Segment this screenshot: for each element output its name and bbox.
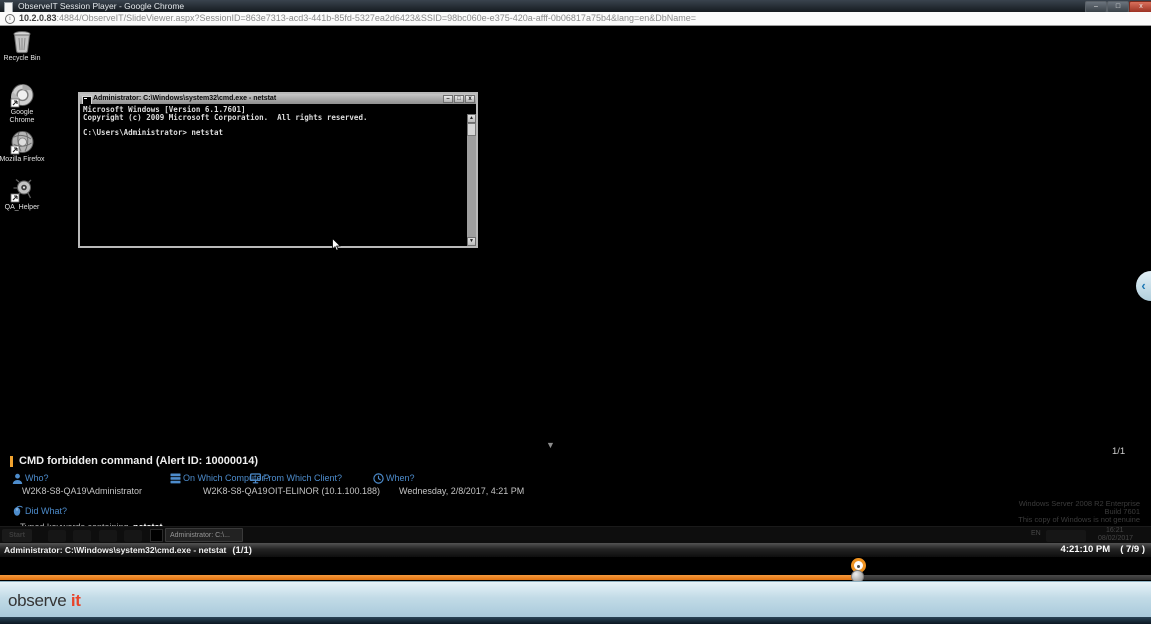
player-bottom-strip	[0, 617, 1151, 624]
alert-did-what-label: Did What?	[25, 506, 67, 516]
cmd-taskbar-icon	[150, 529, 163, 542]
alert-field-value-who: W2K8-S8-QA19\Administrator	[22, 486, 142, 496]
start-button-ghost: Start	[2, 529, 32, 542]
tray-language: EN	[1031, 530, 1041, 537]
quicklaunch-icon	[48, 530, 66, 542]
desktop-icon-label: Google Chrome	[0, 109, 44, 124]
slide-time-area: 4:21:10 PM ( 7/9 )	[1061, 543, 1145, 557]
clock-icon	[373, 473, 384, 484]
scroll-down-icon: ▼	[467, 237, 476, 246]
cmd-console: Microsoft Windows [Version 6.1.7601] Cop…	[80, 104, 476, 246]
monitor-icon	[250, 473, 261, 484]
desktop-icon-mozilla-firefox: Mozilla Firefox	[0, 130, 50, 164]
side-panel-toggle[interactable]: ‹	[1136, 271, 1151, 301]
browser-tab-title: ObserveIT Session Player - Google Chrome	[18, 0, 184, 12]
scroll-up-icon: ▲	[467, 114, 476, 123]
desktop-icon-recycle-bin: Recycle Bin	[0, 30, 44, 63]
slide-position: ( 7/9 )	[1120, 543, 1145, 557]
cmd-titlebar: Administrator: C:\Windows\system32\cmd.e…	[80, 94, 476, 104]
chrome-icon	[10, 83, 35, 108]
cmd-scroll-thumb	[467, 123, 476, 136]
url-host: 10.2.0.83	[19, 13, 57, 23]
alert-panel-collapse-icon[interactable]: ▼	[546, 440, 555, 450]
mouse-device-icon	[12, 505, 23, 516]
mouse-cursor-icon	[332, 238, 341, 251]
timeline-fill	[0, 575, 857, 580]
slide-count: (1/1)	[226, 545, 252, 556]
logo-text: observe	[8, 591, 66, 610]
firefox-icon	[10, 130, 35, 155]
player-toolbar: observe it	[0, 581, 1151, 617]
desktop-icon-label: Recycle Bin	[0, 55, 44, 63]
timeline-track[interactable]	[0, 575, 1151, 580]
alert-field-label-client: From Which Client?	[263, 473, 342, 483]
site-info-icon[interactable]: i	[5, 14, 15, 24]
desktop-icon-google-chrome: Google Chrome	[0, 83, 44, 124]
tray-time: 16:21	[1106, 527, 1124, 534]
windows-watermark: Windows Server 2008 R2 Enterprise Build …	[1018, 500, 1140, 524]
alert-accent-bar	[10, 456, 13, 467]
alert-field-value-when: Wednesday, 2/8/2017, 4:21 PM	[399, 486, 524, 496]
alert-field-value-computer: W2K8-S8-QA19	[203, 486, 268, 496]
browser-titlebar: ObserveIT Session Player - Google Chrome…	[0, 0, 1151, 12]
url-path: :4884/ObserveIT/SlideViewer.aspx?Session…	[57, 13, 696, 23]
slide-title: Administrator: C:\Windows\system32\cmd.e…	[4, 543, 252, 557]
tray-date: 08/02/2017	[1098, 535, 1133, 542]
desktop-icon-label: QA_Helper	[0, 204, 44, 212]
alert-field-label-who: Who?	[25, 473, 49, 483]
slide-timestamp: 4:21:10 PM	[1061, 543, 1111, 557]
alert-field-value-client: OIT-ELINOR (10.1.100.188)	[268, 486, 380, 496]
logo-accent: it	[71, 591, 81, 610]
tray-icons	[1046, 530, 1086, 542]
cmd-minimize-icon: –	[443, 95, 453, 103]
desktop-icon-qa-helper: QA_Helper	[0, 178, 44, 212]
alert-title: CMD forbidden command (Alert ID: 1000001…	[19, 455, 258, 467]
quicklaunch-icon	[73, 530, 91, 542]
taskbar-button: Administrator: C:\...	[165, 528, 243, 542]
watermark-line: This copy of Windows is not genuine	[1018, 516, 1140, 524]
address-field[interactable]: 10.2.0.83:4884/ObserveIT/SlideViewer.asp…	[19, 12, 696, 25]
quicklaunch-icon	[124, 530, 142, 542]
user-icon	[12, 473, 23, 484]
cmd-console-text: Microsoft Windows [Version 6.1.7601] Cop…	[83, 106, 367, 136]
quicklaunch-icon	[99, 530, 117, 542]
cmd-close-icon: x	[465, 95, 475, 103]
cmd-window: Administrator: C:\Windows\system32\cmd.e…	[78, 92, 478, 248]
cmd-scrollbar: ▲ ▼	[467, 114, 476, 246]
alert-pages-indicator: 1/1	[1112, 446, 1125, 457]
cmd-restore-icon: □	[454, 95, 464, 103]
slide-status-bar: Administrator: C:\Windows\system32\cmd.e…	[0, 543, 1151, 557]
observeit-logo: observe it	[8, 591, 81, 611]
server-icon	[170, 473, 181, 484]
desktop-icon-label: Mozilla Firefox	[0, 156, 50, 164]
recorded-taskbar: Start Administrator: C:\... EN 16:21 08/…	[0, 526, 1151, 544]
cmd-window-title: Administrator: C:\Windows\system32\cmd.e…	[93, 94, 276, 104]
alert-field-label-when: When?	[386, 473, 415, 483]
chevron-left-icon: ‹	[1141, 278, 1145, 293]
timeline	[0, 557, 1151, 581]
browser-urlbar[interactable]: i 10.2.0.83:4884/ObserveIT/SlideViewer.a…	[0, 12, 1151, 26]
slide-title-text: Administrator: C:\Windows\system32\cmd.e…	[4, 545, 226, 555]
qa-helper-icon	[10, 178, 35, 203]
recycle-bin-icon	[10, 30, 34, 54]
observeit-session-player: ObserveIT Session Player - Google Chrome…	[0, 0, 1151, 624]
